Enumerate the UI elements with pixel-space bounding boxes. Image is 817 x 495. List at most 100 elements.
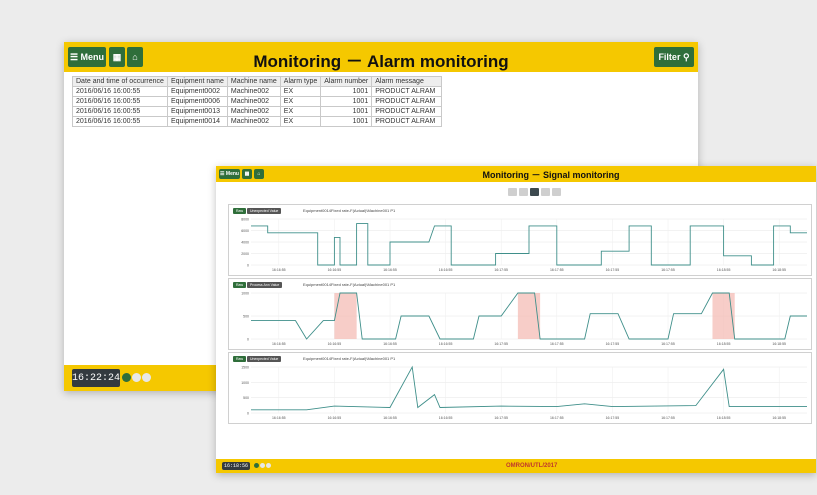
table-row[interactable]: 2016/06/16 16:00:55 Equipment0002 Machin… [72,86,443,97]
x-tick-label: 16:17:55 [661,416,675,420]
x-tick-label: 16:16:55 [383,416,397,420]
column-header[interactable]: Alarm message [371,76,443,87]
y-tick-label: 500 [243,315,249,319]
signal-chart-panel-1: Raw Unexpected Value Equipment0014Fixed … [228,204,812,276]
cell-alarm-type: EX [279,116,322,127]
cell-equipment: Equipment0013 [166,106,228,117]
alarm-header-bar: ☰ Menu ▦ ⌂ Monitoring － Alarm monitoring… [64,42,698,72]
x-tick-label: 16:16:55 [328,342,342,346]
y-tick-label: 8000 [241,218,249,222]
y-tick-label: 4000 [241,241,249,245]
x-tick-label: 16:16:55 [439,416,453,420]
cell-alarm-message: PRODUCT ALRAM [371,86,443,97]
grid-icon: ▦ [244,171,250,177]
menu-button[interactable]: ☰ Menu [219,169,240,179]
table-row[interactable]: 2016/06/16 16:00:55 Equipment0013 Machin… [72,106,443,117]
x-tick-label: 16:18:55 [772,416,786,420]
signal-monitoring-window: ☰ Menu ▦ ⌂ Monitoring － Signal monitorin… [216,166,816,473]
page-dot-active[interactable] [254,463,259,468]
cell-machine: Machine002 [226,96,281,107]
x-tick-label: 16:18:55 [772,342,786,346]
cell-equipment: Equipment0014 [166,116,228,127]
x-tick-label: 16:16:55 [383,342,397,346]
page-button-active[interactable] [530,188,539,196]
cell-datetime: 2016/06/16 16:00:55 [72,106,168,117]
clock-display: 16:18:56 [222,462,250,470]
x-tick-label: 16:16:55 [383,268,397,272]
x-tick-label: 16:17:55 [494,268,508,272]
table-row[interactable]: 2016/06/16 16:00:55 Equipment0014 Machin… [72,116,443,127]
hamburger-icon: ☰ [220,171,225,177]
column-header[interactable]: Machine name [226,76,281,87]
page-next-button[interactable] [552,188,561,196]
cell-alarm-number: 1001 [320,116,373,127]
x-tick-label: 16:17:55 [661,268,675,272]
home-button[interactable]: ⌂ [254,169,264,179]
x-tick-label: 16:16:55 [272,416,286,420]
page-indicator [254,463,271,468]
filter-label: Filter [658,52,681,62]
x-tick-label: 16:18:55 [717,268,731,272]
cell-alarm-message: PRODUCT ALRAM [371,96,443,107]
x-tick-label: 16:16:55 [272,342,286,346]
cell-alarm-type: EX [279,96,322,107]
page-prev-button[interactable] [508,188,517,196]
cell-alarm-message: PRODUCT ALRAM [371,106,443,117]
column-header[interactable]: Alarm type [279,76,322,87]
cell-machine: Machine002 [226,106,281,117]
y-tick-label: 1000 [241,292,249,296]
x-tick-label: 16:16:55 [328,416,342,420]
brand-logo: OMRON/UTL/2017 [506,463,558,469]
column-header[interactable]: Alarm number [320,76,373,87]
column-header[interactable]: Date and time of occurrence [72,76,168,87]
x-tick-label: 16:17:55 [606,342,620,346]
y-tick-label: 1000 [241,381,249,385]
y-tick-label: 2000 [241,252,249,256]
y-tick-label: 500 [243,396,249,400]
page-title: Monitoring － Signal monitoring [482,170,620,180]
x-tick-label: 16:16:55 [439,342,453,346]
x-tick-label: 16:16:55 [439,268,453,272]
cell-machine: Machine002 [226,116,281,127]
signal-chart-3: 1500 1000 500 0 16:16:55 16:16:55 16:16:55 16:1… [241,366,807,420]
page-indicator [122,373,151,382]
cell-alarm-number: 1001 [320,86,373,97]
alarm-band [334,293,357,339]
cell-alarm-number: 1001 [320,106,373,117]
y-tick-label: 1500 [241,366,249,370]
table-row[interactable]: 2016/06/16 16:00:55 Equipment0006 Machin… [72,96,443,107]
home-icon: ⌂ [257,171,261,177]
page-dot[interactable] [142,373,151,382]
signal-chart-2: 1000 500 0 16:16:55 16:16:55 16:16:55 16:16:55… [241,292,807,346]
cell-datetime: 2016/06/16 16:00:55 [72,96,168,107]
cell-datetime: 2016/06/16 16:00:55 [72,116,168,127]
column-header[interactable]: Equipment name [166,76,228,87]
y-tick-label: 6000 [241,229,249,233]
cell-alarm-type: EX [279,106,322,117]
grid-button[interactable]: ▦ [242,169,252,179]
x-tick-label: 16:17:55 [661,342,675,346]
cell-alarm-number: 1001 [320,96,373,107]
filter-button[interactable]: Filter ⚲ [654,47,694,67]
table-header-row: Date and time of occurrence Equipment na… [72,76,443,87]
signal-chart-1: 8000 6000 4000 2000 0 16:16:55 16:16:55 16:16:5… [241,218,807,272]
y-tick-label: 0 [247,338,249,342]
page-selector [508,188,561,196]
cell-equipment: Equipment0006 [166,96,228,107]
page-dot[interactable] [266,463,271,468]
x-tick-label: 16:17:55 [550,416,564,420]
page-button[interactable] [519,188,528,196]
page-dot[interactable] [260,463,265,468]
x-tick-label: 16:17:55 [550,268,564,272]
y-tick-label: 0 [247,264,249,268]
x-tick-label: 16:16:55 [328,268,342,272]
cell-datetime: 2016/06/16 16:00:55 [72,86,168,97]
cell-equipment: Equipment0002 [166,86,228,97]
x-tick-label: 16:17:55 [606,416,620,420]
x-tick-label: 16:18:55 [772,268,786,272]
page-button[interactable] [541,188,550,196]
page-dot-active[interactable] [122,373,131,382]
page-dot[interactable] [132,373,141,382]
cell-alarm-message: PRODUCT ALRAM [371,116,443,127]
x-tick-label: 16:18:55 [717,416,731,420]
